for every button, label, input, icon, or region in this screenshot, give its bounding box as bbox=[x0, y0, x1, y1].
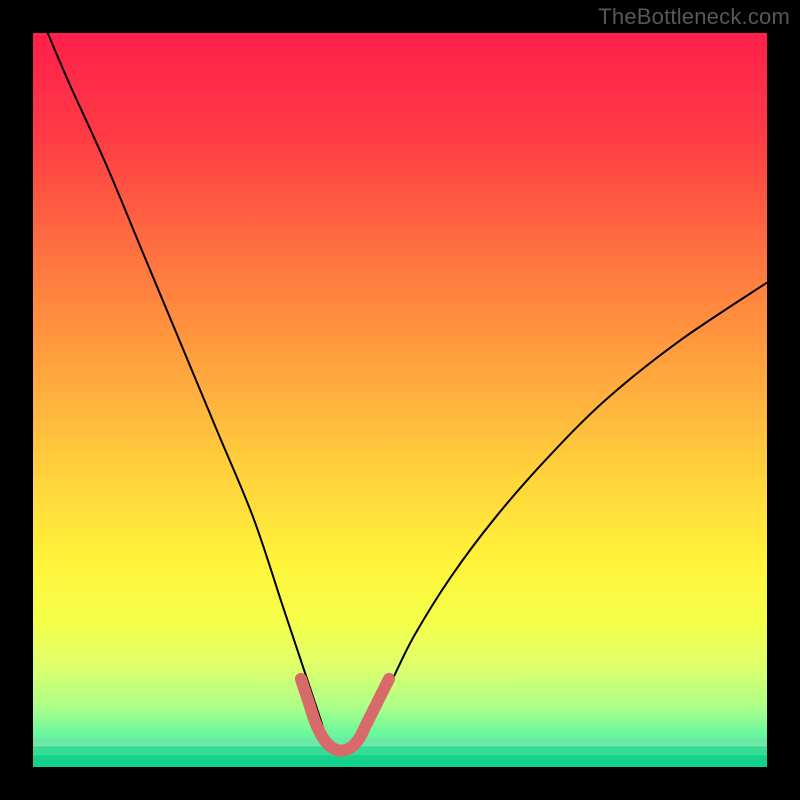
gradient-background bbox=[33, 33, 767, 767]
chart-svg bbox=[33, 33, 767, 767]
plot-area bbox=[33, 33, 767, 767]
green-band-1 bbox=[33, 746, 767, 755]
green-band-2 bbox=[33, 755, 767, 767]
green-band-0 bbox=[33, 738, 767, 747]
chart-frame: TheBottleneck.com bbox=[0, 0, 800, 800]
watermark-text: TheBottleneck.com bbox=[598, 4, 790, 30]
